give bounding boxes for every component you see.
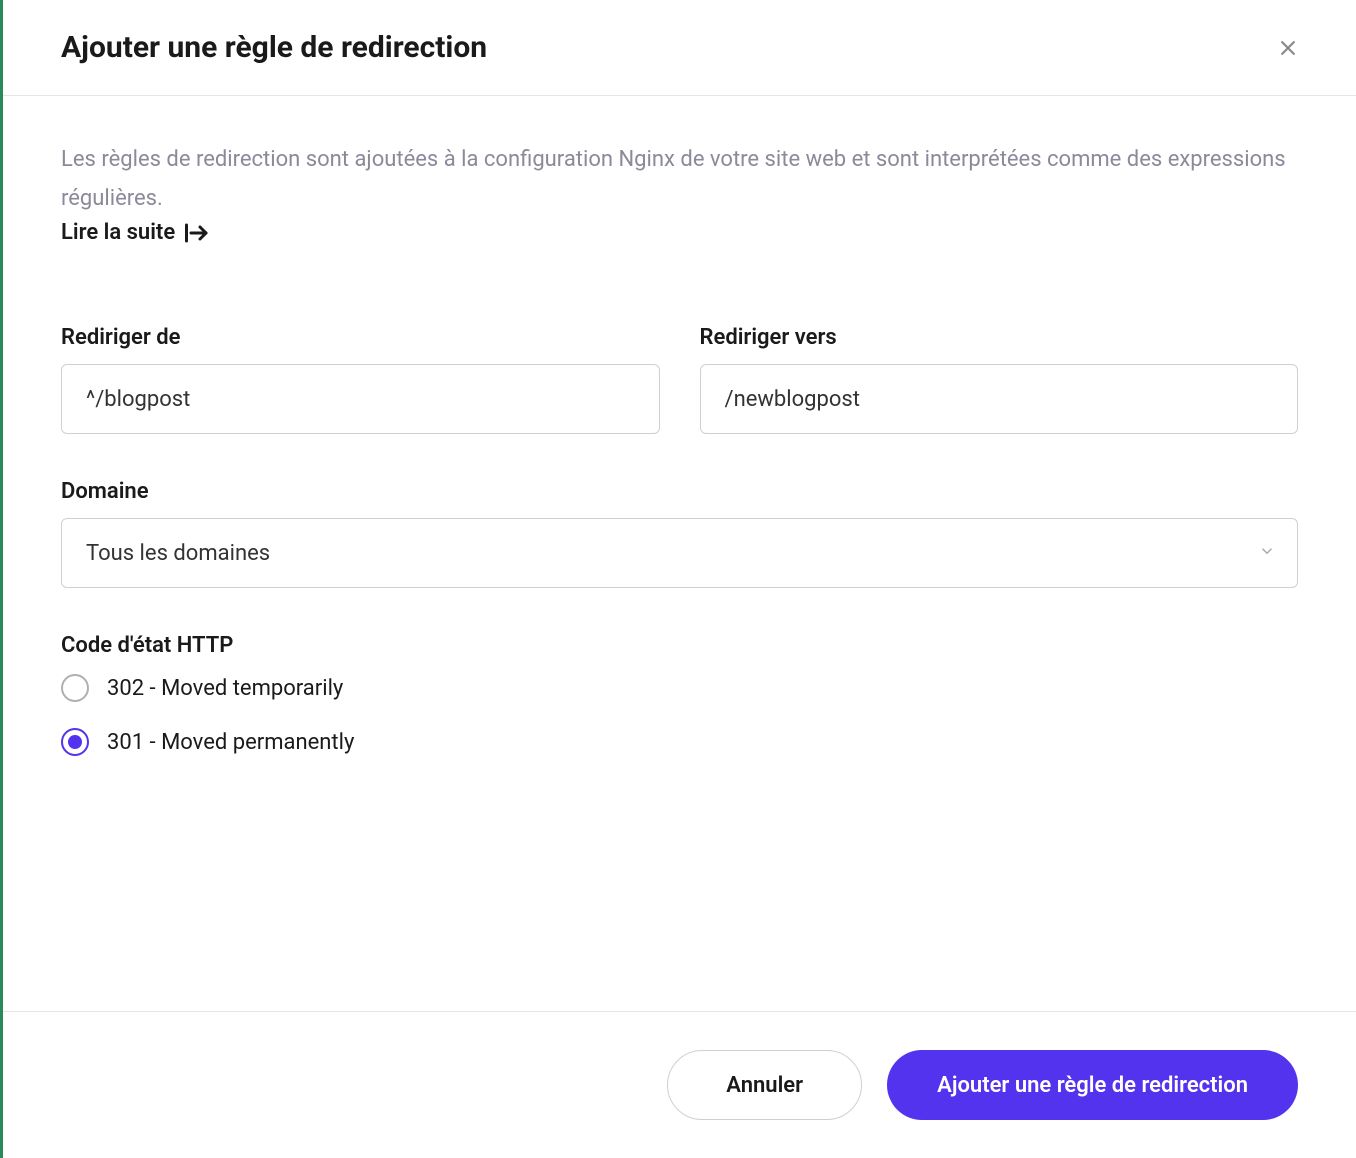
radio-dot-icon	[68, 735, 82, 749]
cancel-button[interactable]: Annuler	[667, 1050, 862, 1120]
form-group-redirect-from: Rediriger de	[61, 325, 660, 434]
read-more-label: Lire la suite	[61, 220, 175, 245]
form-section: Rediriger de Rediriger vers Domaine Tous…	[61, 325, 1298, 756]
redirect-to-input[interactable]	[700, 364, 1299, 434]
add-redirect-rule-button[interactable]: Ajouter une règle de redirection	[887, 1050, 1298, 1120]
modal-header: Ajouter une règle de redirection	[3, 0, 1356, 96]
form-group-http-status: Code d'état HTTP 302 - Moved temporarily…	[61, 633, 1298, 756]
http-status-label: Code d'état HTTP	[61, 633, 1298, 658]
description-text: Les règles de redirection sont ajoutées …	[61, 141, 1298, 218]
radio-option-301[interactable]: 301 - Moved permanently	[61, 728, 1298, 756]
radio-circle-icon	[61, 728, 89, 756]
read-more-link[interactable]: Lire la suite	[61, 220, 209, 245]
radio-option-302[interactable]: 302 - Moved temporarily	[61, 674, 1298, 702]
domain-label: Domaine	[61, 479, 1298, 504]
radio-label-301: 301 - Moved permanently	[107, 730, 354, 755]
radio-group: 302 - Moved temporarily 301 - Moved perm…	[61, 674, 1298, 756]
radio-circle-icon	[61, 674, 89, 702]
form-row-redirect: Rediriger de Rediriger vers	[61, 325, 1298, 434]
domain-select[interactable]: Tous les domaines	[61, 518, 1298, 588]
close-icon[interactable]	[1278, 38, 1298, 58]
redirect-from-label: Rediriger de	[61, 325, 660, 350]
radio-label-302: 302 - Moved temporarily	[107, 676, 343, 701]
modal: Ajouter une règle de redirection Les règ…	[3, 0, 1356, 1158]
form-group-domain: Domaine Tous les domaines	[61, 479, 1298, 588]
domain-select-wrap: Tous les domaines	[61, 518, 1298, 588]
external-link-icon	[185, 223, 209, 243]
redirect-from-input[interactable]	[61, 364, 660, 434]
form-row-domain: Domaine Tous les domaines	[61, 479, 1298, 588]
redirect-to-label: Rediriger vers	[700, 325, 1299, 350]
modal-body: Les règles de redirection sont ajoutées …	[3, 96, 1356, 1011]
form-group-redirect-to: Rediriger vers	[700, 325, 1299, 434]
modal-footer: Annuler Ajouter une règle de redirection	[3, 1011, 1356, 1158]
modal-title: Ajouter une règle de redirection	[61, 30, 487, 65]
